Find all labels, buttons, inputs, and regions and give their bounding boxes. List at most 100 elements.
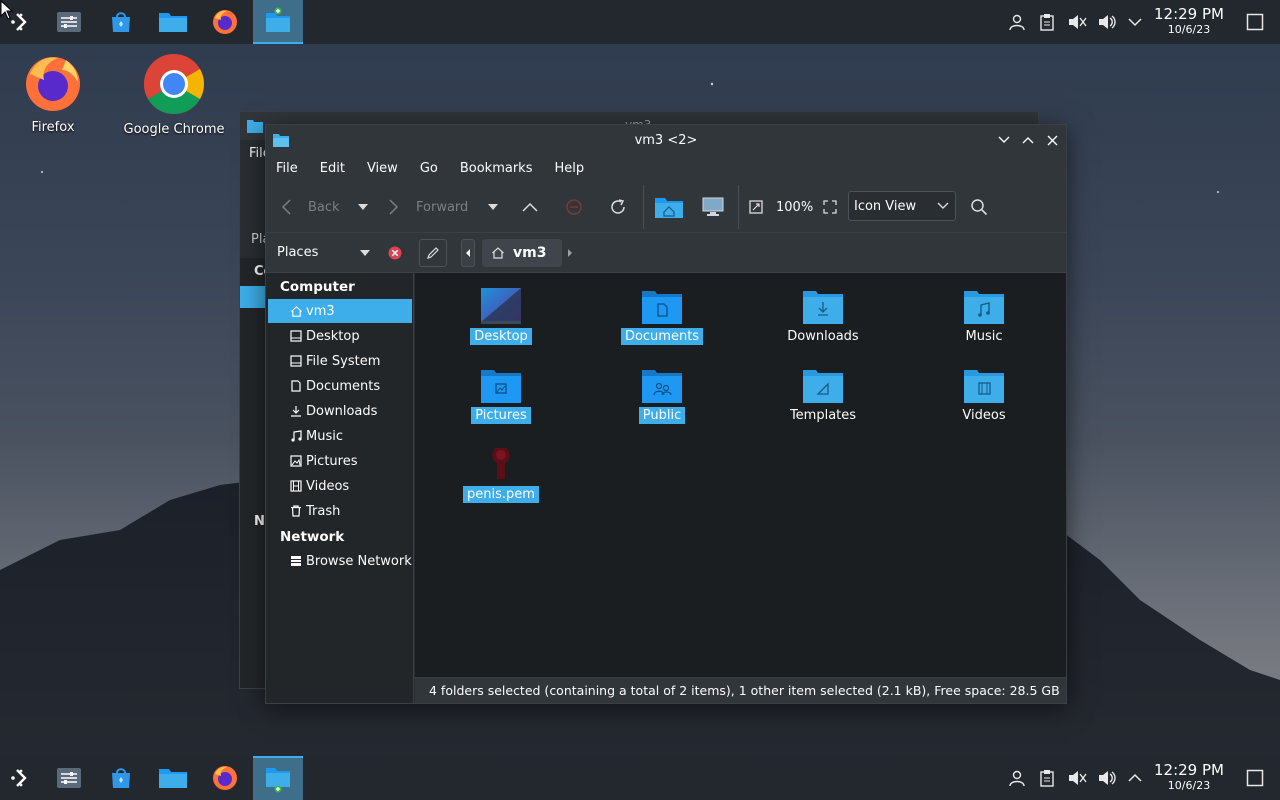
zoom-level[interactable]: 100%: [776, 195, 813, 219]
sidebar-item-music[interactable]: Music: [268, 424, 412, 448]
close-sidebar-icon[interactable]: [387, 245, 403, 261]
computer-button[interactable]: [702, 195, 724, 219]
desktop-icon-firefox[interactable]: Firefox: [22, 52, 84, 135]
sidebar-item-label: Music: [306, 428, 343, 444]
breadcrumb-scroll-left[interactable]: [461, 239, 475, 267]
show-desktop-icon[interactable]: [1243, 766, 1267, 790]
menu-file[interactable]: File: [276, 161, 298, 176]
desktop-icon: [288, 330, 304, 342]
application-launcher-icon[interactable]: [0, 756, 44, 800]
user-icon[interactable]: [1005, 10, 1029, 34]
menu-go[interactable]: Go: [420, 161, 438, 176]
close-icon[interactable]: [1043, 131, 1061, 149]
file-label: Downloads: [787, 329, 859, 344]
file-item-pem[interactable]: penis.pem: [436, 445, 566, 503]
sidebar-item-pictures[interactable]: Pictures: [268, 449, 412, 473]
volume-icon[interactable]: [1095, 10, 1119, 34]
file-item-desktop[interactable]: Desktop: [436, 287, 566, 345]
clipboard-icon[interactable]: [1035, 10, 1059, 34]
sidebar-item-browse-network[interactable]: Browse Network: [268, 549, 412, 573]
clock[interactable]: 12:29 PM 10/6/23: [1150, 761, 1228, 793]
user-icon[interactable]: [1005, 766, 1029, 790]
background-selected-item: [240, 286, 268, 308]
music-folder-icon: [964, 291, 1004, 324]
up-button[interactable]: [521, 195, 539, 219]
reload-button[interactable]: [609, 195, 627, 219]
menu-view[interactable]: View: [367, 161, 398, 176]
caret-left-icon: [466, 249, 470, 257]
top-panel: 12:29 PM 10/6/23: [0, 0, 1280, 44]
window-titlebar[interactable]: vm3 <2>: [266, 125, 1066, 155]
system-settings-icon[interactable]: [47, 756, 91, 800]
desktop-icon-chrome[interactable]: Google Chrome: [120, 52, 228, 137]
forward-history-dropdown[interactable]: [487, 195, 499, 219]
view-mode-select[interactable]: Icon View: [848, 191, 956, 221]
sidebar-item-videos[interactable]: Videos: [268, 474, 412, 498]
system-settings-icon[interactable]: [47, 0, 91, 44]
home-icon: [492, 247, 504, 259]
arrow-right-icon: [389, 199, 399, 215]
file-item-pictures[interactable]: Pictures: [436, 366, 566, 424]
file-view[interactable]: Desktop Documents Downloads Music Pictur…: [415, 273, 1066, 677]
discover-store-icon[interactable]: [99, 756, 143, 800]
firefox-icon[interactable]: [203, 756, 247, 800]
breadcrumb-vm3[interactable]: vm3: [482, 239, 562, 267]
clipboard-icon[interactable]: [1035, 766, 1059, 790]
clock[interactable]: 12:29 PM 10/6/23: [1150, 5, 1228, 37]
chevron-up-icon[interactable]: [1123, 766, 1147, 790]
zoom-original-icon: [749, 200, 763, 214]
menu-bookmarks[interactable]: Bookmarks: [460, 161, 533, 176]
speaker-muted-icon[interactable]: [1065, 766, 1089, 790]
forward-button[interactable]: Forward: [388, 195, 468, 219]
firefox-icon[interactable]: [203, 0, 247, 44]
sidebar-item-desktop[interactable]: Desktop: [268, 324, 412, 348]
menu-edit[interactable]: Edit: [320, 161, 345, 176]
file-manager-task-icon[interactable]: [253, 756, 303, 800]
zoom-fit-button[interactable]: [749, 195, 763, 219]
back-history-dropdown[interactable]: [357, 195, 369, 219]
zoom-fit-page-button[interactable]: [823, 195, 837, 219]
places-dropdown-icon[interactable]: [359, 249, 371, 257]
maximize-icon[interactable]: [1019, 131, 1037, 149]
home-icon: [288, 305, 304, 318]
sidebar-item-file-system[interactable]: File System: [268, 349, 412, 373]
file-item-documents[interactable]: Documents: [597, 287, 727, 345]
clock-date: 10/6/23: [1167, 23, 1211, 36]
dolphin-files-icon[interactable]: [151, 0, 195, 44]
sidebar-item-vm3[interactable]: vm3: [268, 299, 412, 323]
back-button[interactable]: Back: [280, 195, 340, 219]
file-item-videos[interactable]: Videos: [919, 366, 1049, 424]
clock-time: 12:29 PM: [1154, 761, 1224, 779]
discover-store-icon[interactable]: [99, 0, 143, 44]
file-item-music[interactable]: Music: [919, 287, 1049, 345]
breadcrumb-scroll-right[interactable]: [563, 239, 577, 267]
sidebar-item-documents[interactable]: Documents: [268, 374, 412, 398]
home-button[interactable]: [654, 195, 684, 219]
speaker-muted-icon[interactable]: [1065, 10, 1089, 34]
show-desktop-icon[interactable]: [1243, 10, 1267, 34]
file-manager-window[interactable]: vm3 <2> File Edit View Go Bookmarks Help…: [265, 124, 1067, 704]
minimize-icon[interactable]: [995, 131, 1013, 149]
sidebar-item-label: Videos: [306, 478, 350, 494]
dolphin-files-icon[interactable]: [151, 756, 195, 800]
status-bar: 4 folders selected (containing a total o…: [415, 677, 1066, 703]
sidebar-item-downloads[interactable]: Downloads: [268, 399, 412, 423]
clock-time: 12:29 PM: [1154, 5, 1224, 23]
background-network-heading: N: [254, 514, 265, 529]
file-item-public[interactable]: Public: [597, 366, 727, 424]
sidebar-item-label: Desktop: [306, 328, 360, 344]
menu-help[interactable]: Help: [554, 161, 584, 176]
file-item-templates[interactable]: Templates: [758, 366, 888, 424]
stop-button[interactable]: [565, 195, 583, 219]
caret-down-icon: [488, 204, 498, 210]
volume-icon[interactable]: [1095, 766, 1119, 790]
sidebar-item-trash[interactable]: Trash: [268, 499, 412, 523]
download-icon: [288, 405, 304, 417]
file-manager-task-icon[interactable]: [253, 0, 303, 44]
edit-location-button[interactable]: [419, 239, 447, 267]
search-button[interactable]: [970, 195, 988, 219]
pictures-folder-icon: [481, 370, 521, 403]
chevron-down-icon[interactable]: [1123, 10, 1147, 34]
places-label: Places: [277, 245, 319, 260]
file-item-downloads[interactable]: Downloads: [758, 287, 888, 345]
